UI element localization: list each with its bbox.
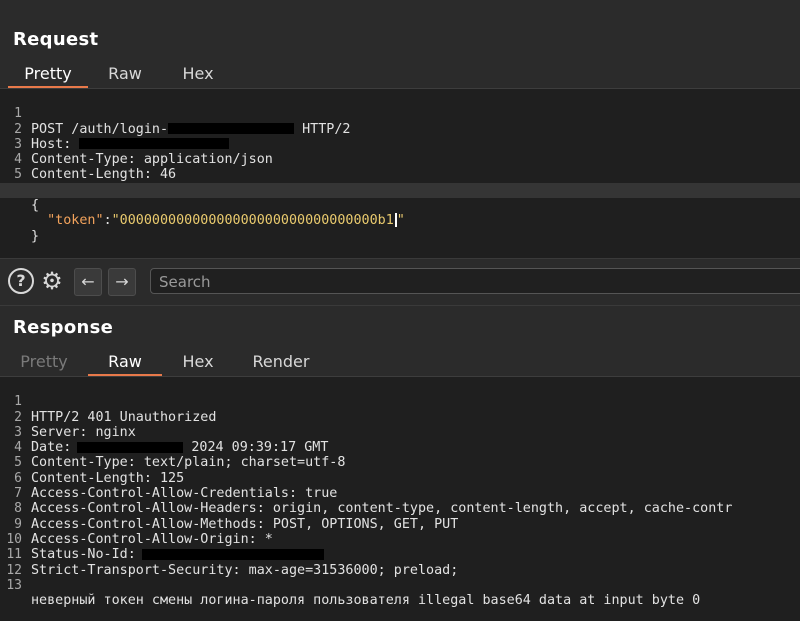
response-title: Response — [13, 317, 114, 338]
search-input[interactable]: Search — [150, 268, 800, 294]
question-circle-icon[interactable]: ? — [8, 268, 34, 294]
response-line: 2 Server: nginx — [14, 409, 136, 440]
response-line: 8 Access-Control-Allow-Methods: POST, OP… — [14, 501, 459, 532]
request-line: 5 — [14, 167, 22, 183]
request-line: 1 POST /auth/login- HTTP/2 — [14, 106, 351, 137]
tab-response-hex[interactable]: Hex — [168, 350, 228, 374]
json-key-token: "token" — [47, 213, 104, 229]
response-line: 12 — [6, 562, 22, 578]
response-line: 11 Strict-Transport-Security: max-age=31… — [6, 547, 459, 578]
response-line: 5 Content-Length: 125 — [14, 455, 185, 486]
response-line: 6 Access-Control-Allow-Credentials: true — [14, 470, 338, 502]
request-line: 6 { — [14, 183, 40, 214]
request-title: Request — [13, 29, 99, 50]
arrow-right-icon[interactable]: → — [108, 268, 136, 296]
response-line: 3 Date: 2024 09:39:17 GMT — [14, 424, 329, 456]
response-line: 9 Access-Control-Allow-Origin: * — [14, 516, 273, 547]
request-tabs: Pretty Raw Hex — [0, 62, 800, 88]
response-body-line: 13 неверный токен смены логина-пароля по… — [6, 577, 701, 609]
tab-request-pretty[interactable]: Pretty — [8, 62, 88, 88]
tab-request-raw[interactable]: Raw — [96, 62, 154, 86]
tab-response-pretty[interactable]: Pretty — [8, 350, 80, 374]
response-line: 4 Content-Type: text/plain; charset=utf-… — [14, 440, 346, 471]
response-line: 1 HTTP/2 401 Unauthorized — [14, 394, 217, 425]
tab-request-hex[interactable]: Hex — [168, 62, 228, 86]
request-line: 2 Host: — [0, 106, 800, 152]
gear-icon[interactable]: ⚙ — [39, 268, 65, 294]
request-line: } — [31, 228, 40, 244]
search-toolbar: ? ⚙ ← → Search — [0, 258, 800, 306]
request-line: 4 Content-Length: 46 — [14, 152, 177, 183]
response-tabs: Pretty Raw Hex Render — [0, 350, 800, 376]
response-line: 10 Status-No-Id: — [0, 517, 800, 562]
request-editor[interactable]: 1 POST /auth/login- HTTP/2 2 Host: 3 Con… — [0, 89, 800, 259]
json-value-token: "00000000000000000000000000000000b1 — [111, 213, 394, 229]
tab-response-raw[interactable]: Raw — [88, 350, 162, 376]
request-line-current: "token":"0000000000000000000000000000000… — [0, 182, 800, 228]
arrow-left-icon[interactable]: ← — [74, 268, 102, 296]
tab-response-render[interactable]: Render — [240, 350, 322, 374]
request-line: 3 Content-Type: application/json — [14, 136, 273, 168]
response-line: 7 Access-Control-Allow-Headers: origin, … — [14, 486, 733, 517]
response-editor[interactable]: 1 HTTP/2 401 Unauthorized 2 Server: ngin… — [0, 377, 800, 621]
